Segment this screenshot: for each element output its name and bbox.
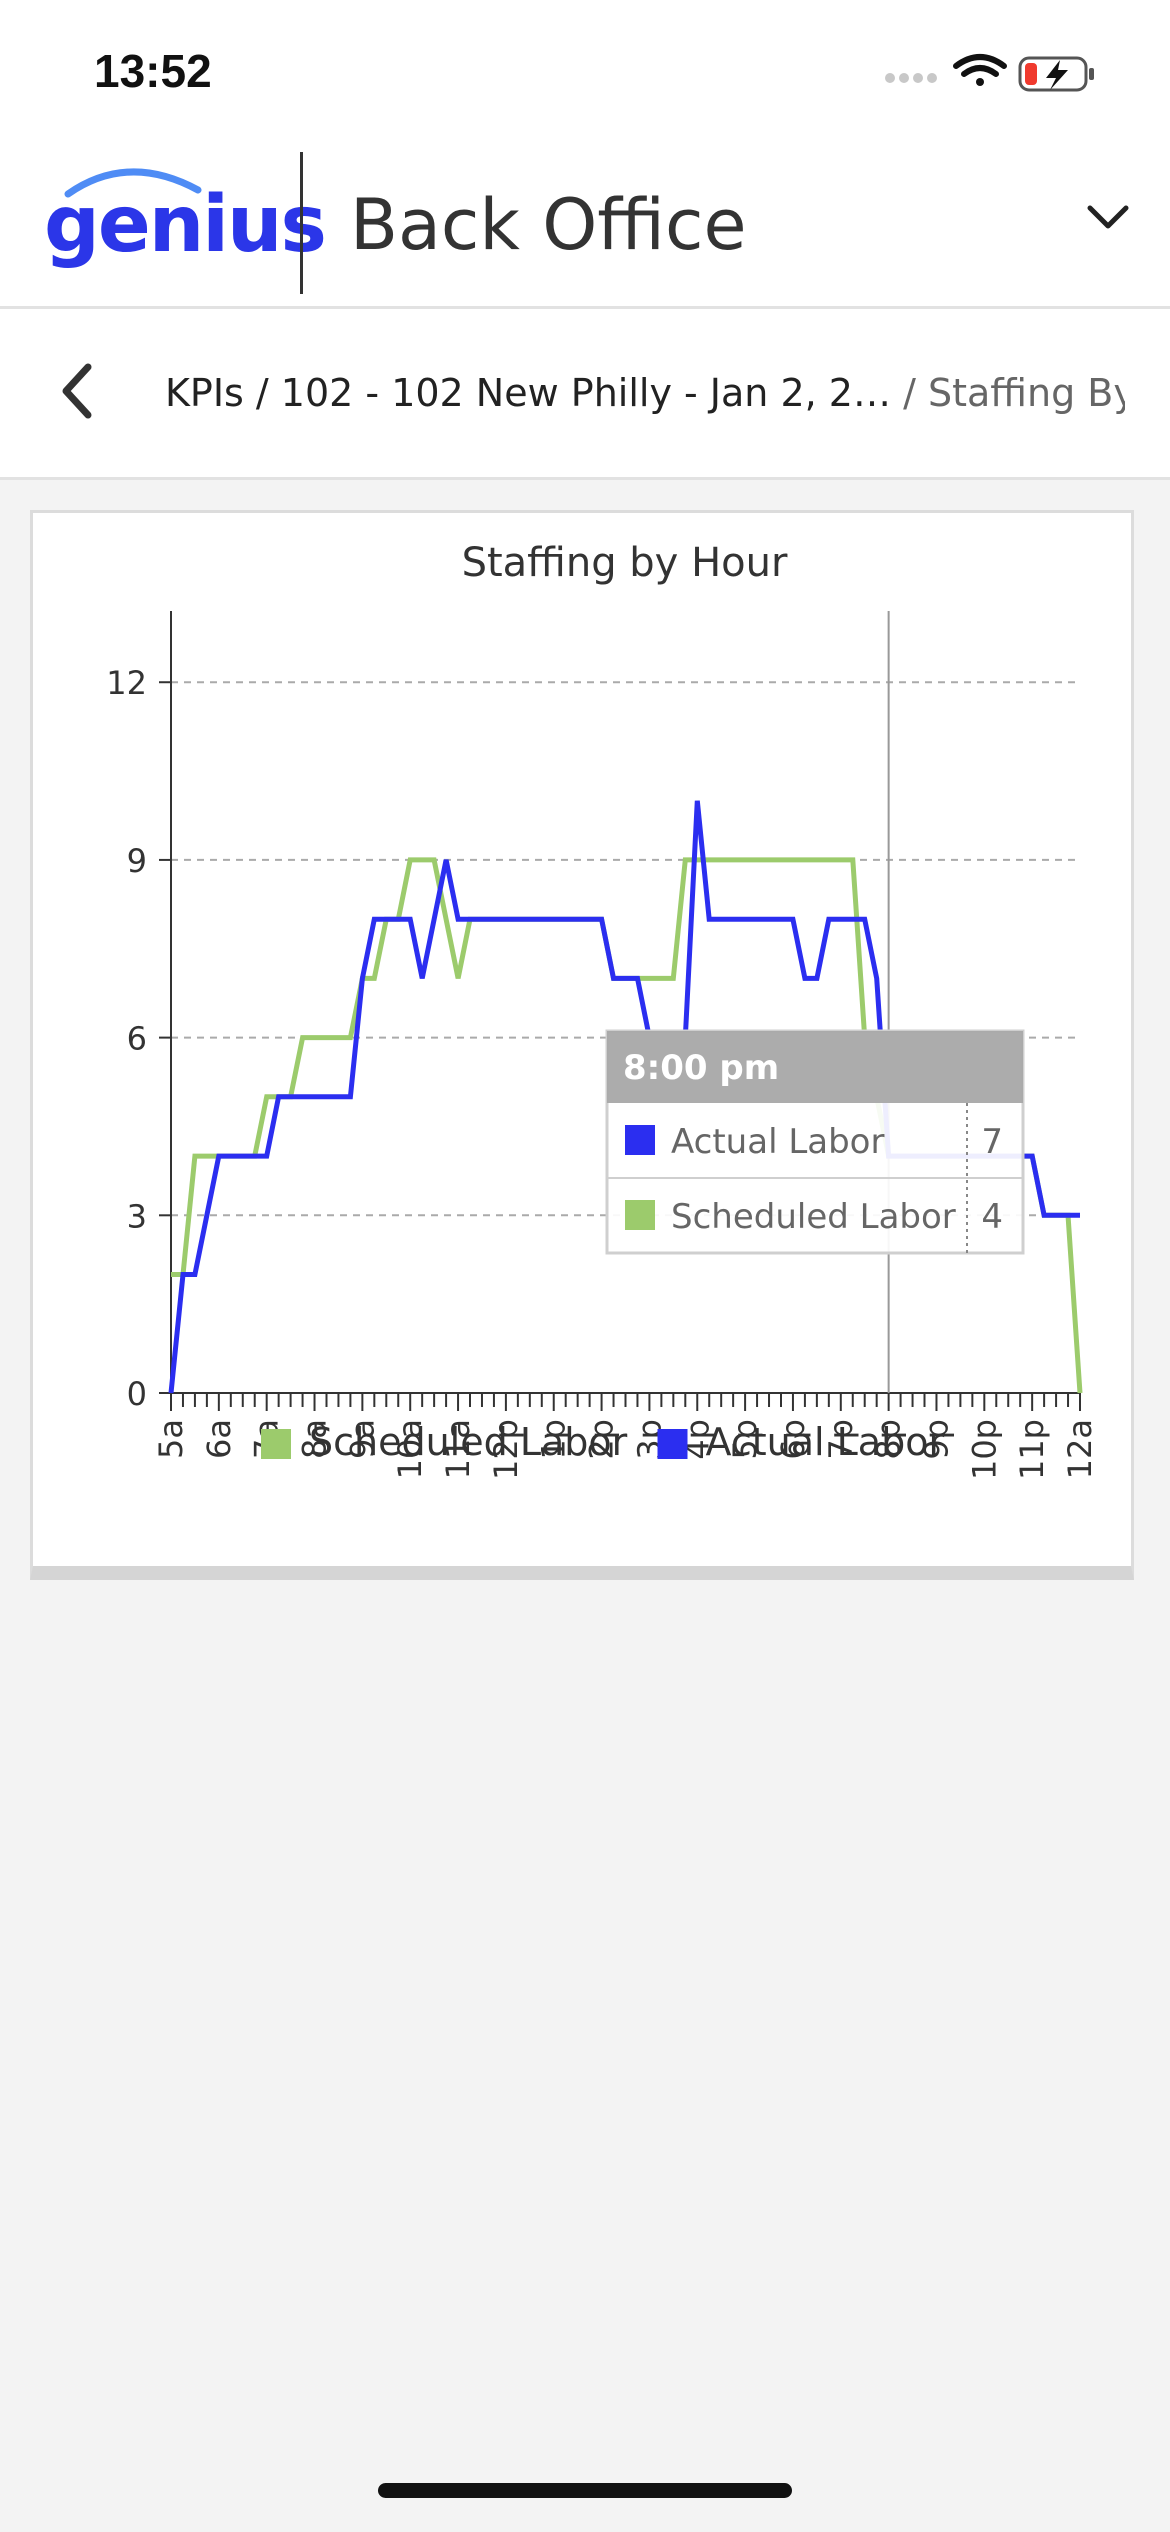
tooltip-title: 8:00 pm [623,1048,779,1088]
chart-card: Staffing by Hour0369125a6a7a8a9a10a11a12… [30,510,1134,1580]
x-tick-label: 11p [1013,1419,1051,1480]
legend-label[interactable]: Scheduled Labor [309,1420,628,1464]
header-divider [300,152,303,294]
breadcrumb-path[interactable]: KPIs / 102 - 102 New Philly - Jan 2, 2… [165,371,903,415]
x-tick-label: 10p [965,1419,1003,1480]
y-tick-label: 9 [127,842,147,880]
wifi-icon [953,54,1007,86]
tooltip-value: 7 [981,1122,1003,1162]
chart-title: Staffing by Hour [462,540,788,586]
legend-label[interactable]: Actual Labor [706,1420,945,1464]
chevron-down-icon[interactable] [1086,202,1130,232]
status-bar: 13:52 [0,0,1170,140]
legend-swatch[interactable] [657,1429,688,1459]
header-title: Back Office [350,184,747,266]
status-time: 13:52 [94,45,212,97]
staffing-chart: Staffing by Hour0369125a6a7a8a9a10a11a12… [106,540,1099,1480]
tooltip-swatch [625,1125,655,1155]
y-tick-label: 12 [106,664,147,702]
breadcrumb: KPIs / 102 - 102 New Philly - Jan 2, 2… … [165,371,1125,415]
legend-swatch[interactable] [261,1429,291,1459]
tooltip-label: Actual Labor [671,1122,884,1162]
y-tick-label: 6 [127,1020,147,1058]
app-header: genius Back Office [0,140,1170,309]
x-tick-label: 6a [200,1419,238,1459]
tooltip-label: Scheduled Labor [671,1197,956,1237]
y-tick-label: 0 [127,1375,147,1413]
home-indicator [378,2483,792,2498]
back-chevron-icon[interactable] [56,361,96,421]
breadcrumb-current: / Staffing By H… [903,371,1125,415]
x-tick-label: 5a [152,1419,190,1459]
breadcrumb-bar: KPIs / 102 - 102 New Philly - Jan 2, 2… … [0,309,1170,480]
status-icons [885,54,1094,92]
x-tick-label: 12a [1061,1419,1099,1479]
y-tick-label: 3 [127,1197,147,1235]
cellular-signal-icon [885,73,937,83]
tooltip-swatch [625,1200,655,1230]
tooltip-value: 4 [981,1197,1003,1237]
battery-charging-icon [1018,56,1094,92]
genius-logo[interactable]: genius [44,180,327,270]
